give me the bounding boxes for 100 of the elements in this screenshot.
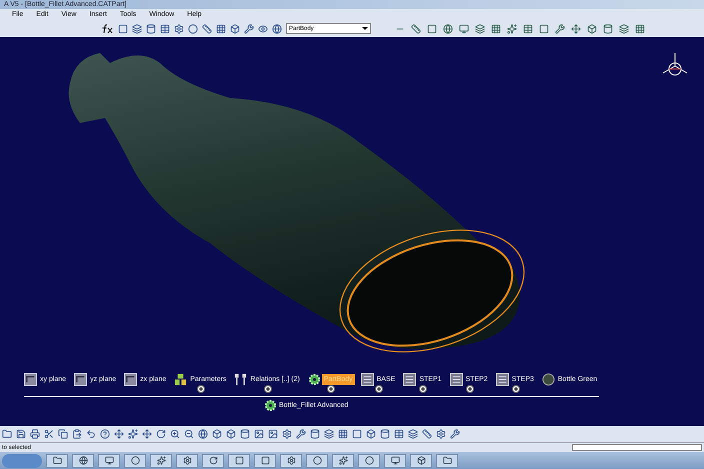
toolbar-icon[interactable] xyxy=(86,429,96,439)
taskbar-button[interactable] xyxy=(124,454,146,468)
app-icon xyxy=(390,456,400,465)
expand-icon[interactable] xyxy=(512,385,520,393)
toolbar-icon[interactable] xyxy=(422,429,432,439)
expand-icon[interactable] xyxy=(374,385,383,393)
toolbar-icon[interactable] xyxy=(411,24,421,34)
taskbar-button[interactable] xyxy=(358,454,380,468)
parameters-icon xyxy=(174,373,188,386)
toolbar-icon[interactable] xyxy=(240,429,250,439)
toolbar-icon[interactable] xyxy=(100,429,110,439)
toolbar-icon[interactable] xyxy=(118,24,128,34)
toolbar-icon[interactable] xyxy=(170,429,180,439)
toolbar-icon[interactable] xyxy=(156,429,166,439)
taskbar-button[interactable] xyxy=(176,454,198,468)
toolbar-icon[interactable] xyxy=(132,24,142,34)
toolbar-icon[interactable] xyxy=(475,24,485,34)
toolbar-icon[interactable] xyxy=(146,24,156,34)
toolbar-icon[interactable] xyxy=(174,24,184,34)
toolbar-icon[interactable] xyxy=(184,429,194,439)
app-icon xyxy=(208,456,218,465)
start-button[interactable] xyxy=(2,454,42,468)
toolbar-icon[interactable] xyxy=(72,429,82,439)
command-field[interactable] xyxy=(572,444,702,451)
app-icon xyxy=(104,456,114,465)
toolbar-icon[interactable] xyxy=(30,429,40,439)
toolbar-icon[interactable] xyxy=(310,429,320,439)
toolbar-icon[interactable] xyxy=(230,24,240,34)
toolbar-icon[interactable] xyxy=(587,24,597,34)
taskbar-button[interactable] xyxy=(150,454,172,468)
toolbar-icon[interactable] xyxy=(555,24,565,34)
expand-icon[interactable] xyxy=(264,385,272,393)
app-icon xyxy=(52,456,62,465)
taskbar-button[interactable] xyxy=(46,454,68,468)
toolbar-icon[interactable] xyxy=(188,24,198,34)
toolbar-icon[interactable] xyxy=(523,24,533,34)
toolbar-icon[interactable] xyxy=(296,429,306,439)
toolbar-icon[interactable] xyxy=(507,24,517,34)
toolbar-icon[interactable] xyxy=(254,429,264,439)
app-icon xyxy=(156,456,166,465)
taskbar-button[interactable] xyxy=(228,454,250,468)
toolbar-icon[interactable] xyxy=(114,429,124,439)
formula-icon[interactable] xyxy=(100,24,114,34)
taskbar-button[interactable] xyxy=(384,454,406,468)
toolbar-icon[interactable] xyxy=(394,429,404,439)
toolbar-icon[interactable] xyxy=(198,429,208,439)
toolbar-icon[interactable] xyxy=(571,24,581,34)
expand-icon[interactable] xyxy=(419,385,428,393)
toolbar-icon[interactable] xyxy=(44,429,54,439)
geometric-set-icon xyxy=(450,373,463,386)
toolbar-icon[interactable] xyxy=(226,429,236,439)
toolbar-icon[interactable] xyxy=(366,429,376,439)
toolbar-icon[interactable] xyxy=(324,429,334,439)
taskbar-button[interactable] xyxy=(280,454,302,468)
geometric-set-icon xyxy=(496,373,509,386)
toolbar-icon[interactable] xyxy=(338,429,348,439)
toolbar-icon[interactable] xyxy=(603,24,613,34)
toolbar-icon[interactable] xyxy=(635,24,645,34)
toolbar-icon[interactable] xyxy=(459,24,469,34)
caret-icon xyxy=(362,27,368,30)
toolbar-icon[interactable] xyxy=(272,24,282,34)
toolbar-icon[interactable] xyxy=(436,429,446,439)
taskbar-button[interactable] xyxy=(436,454,458,468)
toolbar-icon[interactable] xyxy=(380,429,390,439)
toolbar-icon[interactable] xyxy=(268,429,278,439)
toolbar-icon[interactable] xyxy=(282,429,292,439)
app-icon xyxy=(442,456,452,465)
app-icon xyxy=(182,456,192,465)
toolbar-icon[interactable] xyxy=(2,429,12,439)
plane-icon xyxy=(124,373,138,386)
taskbar-button[interactable] xyxy=(202,454,224,468)
taskbar-button[interactable] xyxy=(410,454,432,468)
expand-icon[interactable] xyxy=(197,385,206,393)
taskbar-button[interactable] xyxy=(306,454,328,468)
toolbar-icon[interactable] xyxy=(142,429,152,439)
toolbar-icon[interactable] xyxy=(244,24,254,34)
taskbar-button[interactable] xyxy=(254,454,276,468)
sphere-icon xyxy=(542,373,555,386)
toolbar-icon[interactable] xyxy=(258,24,268,34)
taskbar-button[interactable] xyxy=(72,454,94,468)
expand-icon[interactable] xyxy=(466,385,474,393)
toolbar-icon[interactable] xyxy=(212,429,222,439)
plane-icon xyxy=(74,373,88,386)
taskbar-button[interactable] xyxy=(98,454,120,468)
expand-icon[interactable] xyxy=(327,385,336,393)
toolbar-icon[interactable] xyxy=(619,24,629,34)
toolbar-icon[interactable] xyxy=(539,24,549,34)
toolbar-icon[interactable] xyxy=(491,24,501,34)
toolbar-icon[interactable] xyxy=(202,24,212,34)
toolbar-icon[interactable] xyxy=(16,429,26,439)
toolbar-icon[interactable] xyxy=(128,429,138,439)
toolbar-icon[interactable] xyxy=(160,24,170,34)
taskbar-button[interactable] xyxy=(332,454,354,468)
toolbar-icon[interactable] xyxy=(216,24,226,34)
toolbar-icon[interactable] xyxy=(427,24,437,34)
toolbar-icon[interactable] xyxy=(443,24,453,34)
toolbar-icon[interactable] xyxy=(58,429,68,439)
toolbar-icon[interactable] xyxy=(352,429,362,439)
toolbar-icon[interactable] xyxy=(450,429,460,439)
toolbar-icon[interactable] xyxy=(408,429,418,439)
